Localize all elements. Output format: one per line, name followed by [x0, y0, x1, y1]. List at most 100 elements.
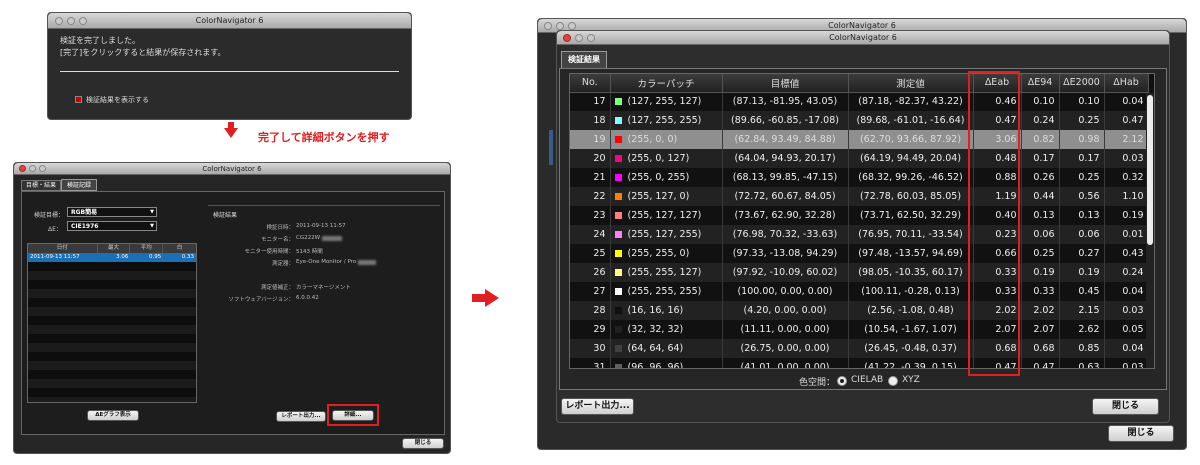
table-row[interactable]: 24 (255, 127, 255) (76.98, 70.32, -33.63)(… [570, 225, 1149, 244]
zoom-window-icon[interactable] [79, 17, 87, 25]
cell-color-patch: (255, 127, 255) [610, 225, 723, 244]
cell-delta-e94: 0.33 [1021, 282, 1060, 301]
detail-button[interactable]: 詳細... [332, 410, 374, 421]
tab-target-result[interactable]: 目標・結果 [21, 180, 61, 191]
cell-delta-e94: 2.07 [1021, 320, 1060, 339]
col-measured[interactable]: 測定値 [848, 74, 974, 93]
left-close-button[interactable]: 閉じる [402, 438, 444, 449]
info-row-correction: 測定値補正： カラーマネージメント [208, 283, 440, 295]
info-value: 6.0.0.42 [296, 295, 319, 301]
info-row-instrument: 測定器： Eye-One Monitor / Pro [208, 259, 440, 283]
table-row[interactable]: 28 (16, 16, 16) (4.20, 0.00, 0.00) (2.56, -… [570, 301, 1149, 320]
table-row[interactable]: 29 (32, 32, 32) (11.11, 0.00, 0.00) (10.54,… [570, 320, 1149, 339]
cell-color-patch: (16, 16, 16) [610, 301, 723, 320]
cell-measured: (87.18, -82.37, 43.22) [848, 92, 974, 111]
scrollbar-thumb[interactable] [1147, 95, 1153, 245]
window-title: ColorNavigator 6 [195, 16, 264, 25]
instruction-text: 完了して詳細ボタンを押す [258, 131, 390, 144]
tab-verification-log[interactable]: 検証記録 [61, 179, 97, 191]
cell-target: (76.98, 70.32, -33.63) [722, 225, 849, 244]
minimize-window-icon[interactable] [67, 17, 75, 25]
show-result-checkbox[interactable] [75, 96, 82, 103]
vertical-scrollbar[interactable] [1146, 93, 1154, 368]
close-button[interactable]: 閉じる [1092, 398, 1159, 415]
history-col-white[interactable]: 白 [163, 244, 196, 253]
patch-value: (255, 127, 0) [627, 191, 690, 202]
result-section-divider [208, 205, 440, 206]
cell-color-patch: (255, 255, 255) [610, 282, 723, 301]
de-select[interactable]: CIE1976 ▼ [67, 221, 157, 231]
zoom-window-icon[interactable] [587, 34, 595, 42]
target-select[interactable]: RGB簡易 ▼ [67, 207, 157, 217]
background-close-button[interactable]: 閉じる [1108, 425, 1174, 442]
cell-measured: (98.05, -10.35, 60.17) [848, 263, 974, 282]
table-row[interactable]: 27 (255, 255, 255) (100.00, 0.00, 0.00) (10… [570, 282, 1149, 301]
close-window-icon[interactable] [544, 22, 552, 30]
minimize-window-icon[interactable] [29, 165, 36, 172]
minimize-window-icon[interactable] [575, 34, 583, 42]
table-row[interactable]: 17 (127, 255, 127) (87.13, -81.95, 43.05)(… [570, 92, 1149, 111]
cell-delta-hab: 0.03 [1104, 149, 1149, 168]
history-col-max[interactable]: 最大 [98, 244, 131, 253]
window-title: ColorNavigator 6 [828, 21, 896, 30]
cell-delta-e94: 0.47 [1021, 358, 1060, 368]
report-output-button[interactable]: レポート出力... [561, 398, 634, 415]
cell-target: (26.75, 0.00, 0.00) [722, 339, 849, 358]
history-col-avg[interactable]: 平均 [130, 244, 164, 253]
tab-verification-result[interactable]: 検証結果 [561, 51, 607, 68]
table-row[interactable]: 19 (255, 0, 0) (62.84, 93.49, 84.88) (62.70… [570, 130, 1149, 149]
cell-target: (72.72, 60.67, 84.05) [722, 187, 849, 206]
col-target[interactable]: 目標値 [722, 74, 849, 93]
color-swatch-icon [614, 231, 622, 238]
close-window-icon[interactable] [19, 165, 26, 172]
results-table-container: No. カラーパッチ 目標値 測定値 ΔEab ΔE94 ΔE2000 ΔHab… [569, 73, 1155, 369]
table-row[interactable]: 20 (255, 0, 127) (64.04, 94.93, 20.17) (64.… [570, 149, 1149, 168]
patch-value: (32, 32, 32) [627, 324, 684, 335]
zoom-window-icon[interactable] [568, 22, 576, 30]
table-row[interactable]: 21 (255, 0, 255) (68.13, 99.85, -47.15) (68… [570, 168, 1149, 187]
close-window-icon[interactable] [55, 17, 63, 25]
show-result-label: 検証結果を表示する [86, 96, 149, 104]
table-row[interactable]: 26 (255, 255, 127) (97.92, -10.09, 60.02)(… [570, 263, 1149, 282]
right-arrow-shaft [472, 294, 486, 302]
col-delta-e94[interactable]: ΔE94 [1021, 74, 1060, 93]
col-delta-e2000[interactable]: ΔE2000 [1059, 74, 1105, 93]
close-window-icon[interactable] [563, 34, 571, 42]
minimize-window-icon[interactable] [556, 22, 564, 30]
col-delta-hab[interactable]: ΔHab [1104, 74, 1149, 93]
target-label: 検証目標： [34, 212, 65, 219]
zoom-window-icon[interactable] [39, 165, 46, 172]
result-info: 検証日時： 2011-09-13 11:57 モニター名： CG222W モニター使… [208, 223, 440, 307]
cell-color-patch: (255, 0, 255) [610, 168, 723, 187]
col-color-patch[interactable]: カラーパッチ [610, 74, 723, 93]
table-row[interactable]: 23 (255, 127, 127) (73.67, 62.90, 32.28) (7… [570, 206, 1149, 225]
cell-color-patch: (255, 127, 0) [610, 187, 723, 206]
info-label: 検証日時： [266, 225, 294, 231]
dialog-divider [60, 71, 399, 72]
table-row[interactable]: 31 (96, 96, 96) (41.01, 0.00, 0.00) (41.22,… [570, 358, 1149, 368]
dialog-message-1: 検証を完了しました。 [60, 36, 140, 45]
radio-cielab[interactable] [837, 376, 847, 386]
cell-target: (68.13, 99.85, -47.15) [722, 168, 849, 187]
cell-color-patch: (64, 64, 64) [610, 339, 723, 358]
col-no[interactable]: No. [570, 74, 611, 93]
cell-target: (64.04, 94.93, 20.17) [722, 149, 849, 168]
table-row[interactable]: 18 (127, 255, 255) (89.66, -60.85, -17.08)… [570, 111, 1149, 130]
de-graph-button[interactable]: ΔEグラフ表示 [87, 410, 139, 421]
history-col-date[interactable]: 日付 [28, 244, 98, 253]
cell-delta-e2000: 0.10 [1059, 92, 1105, 111]
history-row[interactable]: 2011-09-13 11:57 3.06 0.95 0.33 [28, 253, 196, 262]
cell-delta-e94: 0.44 [1021, 187, 1060, 206]
table-row[interactable]: 30 (64, 64, 64) (26.75, 0.00, 0.00) (26.45,… [570, 339, 1149, 358]
cell-delta-e94: 0.17 [1021, 149, 1060, 168]
color-swatch-icon [614, 345, 622, 352]
cell-delta-e2000: 0.19 [1059, 263, 1105, 282]
color-swatch-icon [614, 250, 622, 257]
table-row[interactable]: 22 (255, 127, 0) (72.72, 60.67, 84.05) (72.… [570, 187, 1149, 206]
left-window-titlebar: ColorNavigator 6 [14, 163, 450, 175]
report-output-button[interactable]: レポート出力... [276, 411, 326, 422]
cell-no: 30 [570, 339, 611, 358]
radio-xyz[interactable] [888, 376, 898, 386]
table-row[interactable]: 25 (255, 255, 0) (97.33, -13.08, 94.29) (97… [570, 244, 1149, 263]
patch-value: (16, 16, 16) [627, 305, 684, 316]
